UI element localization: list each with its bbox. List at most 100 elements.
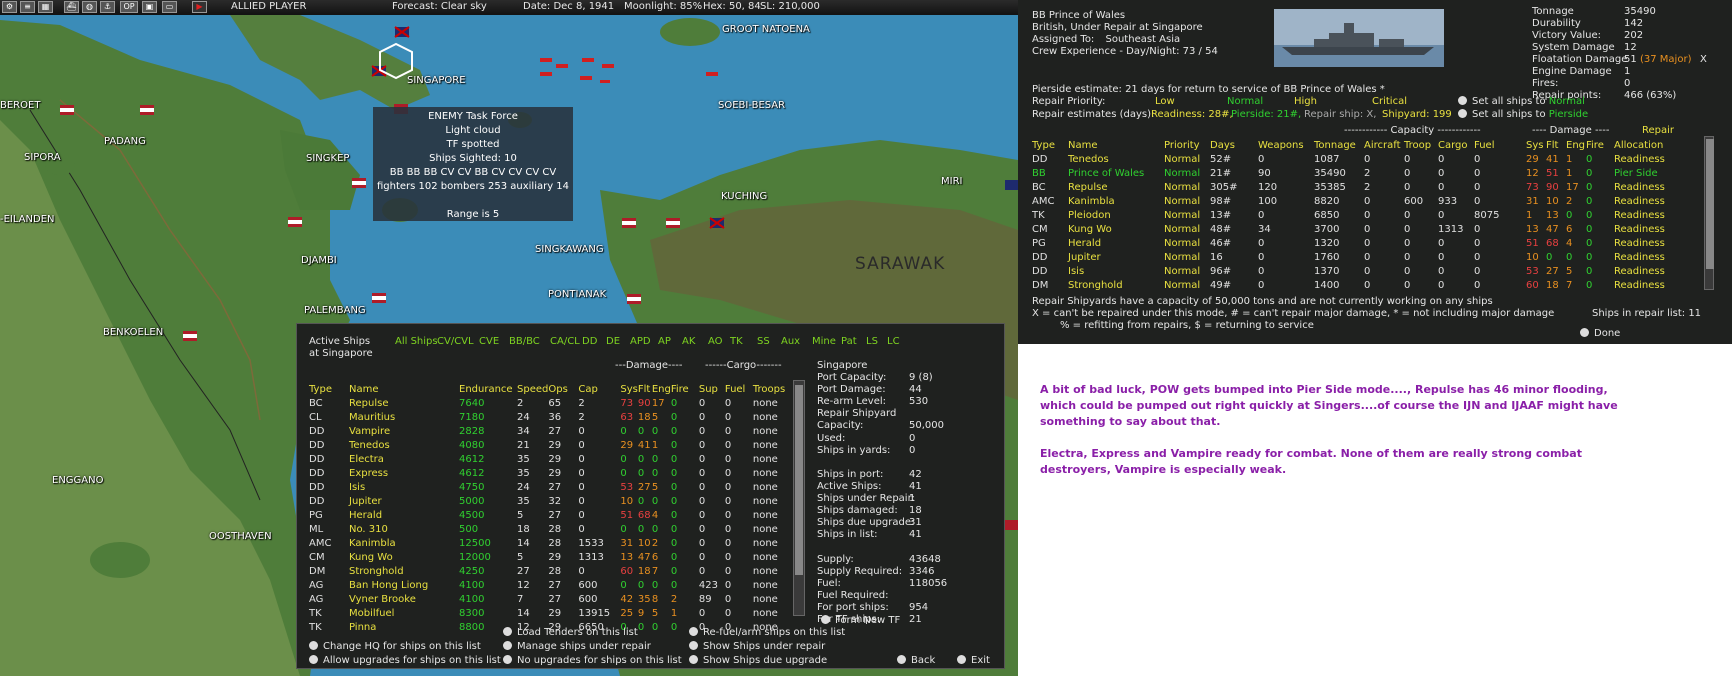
refuel-arm-button[interactable]: Re-fuel/arm ships on this list bbox=[689, 627, 845, 638]
exit-button[interactable]: Exit bbox=[957, 655, 990, 666]
ship-name-link[interactable]: Isis bbox=[1068, 264, 1164, 278]
close-icon[interactable]: X bbox=[1700, 54, 1707, 65]
anchor-icon[interactable]: ⚓ bbox=[100, 1, 115, 13]
ships-icon[interactable]: ⛴ bbox=[64, 1, 79, 13]
done-button[interactable]: Done bbox=[1580, 328, 1620, 339]
allocation-cell[interactable]: Readiness bbox=[1614, 236, 1684, 250]
tab-bb-bc[interactable]: BB/BC bbox=[509, 336, 540, 347]
set-all-pierside-button[interactable]: Set all ships to Pierside bbox=[1458, 109, 1588, 120]
column-header[interactable]: Troop bbox=[1404, 138, 1438, 152]
tab-cv-cvl[interactable]: CV/CVL bbox=[437, 336, 474, 347]
column-header[interactable]: Type bbox=[309, 382, 349, 396]
table-cell[interactable]: Normal bbox=[1164, 166, 1210, 180]
table-cell[interactable]: Normal bbox=[1164, 194, 1210, 208]
column-header[interactable]: Speed bbox=[517, 382, 548, 396]
ship-name-link[interactable]: Pleiodon bbox=[1068, 208, 1164, 222]
ship-name-link[interactable]: Stronghold bbox=[1068, 278, 1164, 292]
ship-name-link[interactable]: Kung Wo bbox=[349, 550, 459, 564]
tab-ca-cl[interactable]: CA/CL bbox=[550, 336, 580, 347]
ship-name-link[interactable]: Repulse bbox=[349, 396, 459, 410]
allow-upgrades-button[interactable]: Allow upgrades for ships on this list bbox=[309, 655, 501, 666]
change-hq-button[interactable]: Change HQ for ships on this list bbox=[309, 641, 481, 652]
table-row[interactable]: DD Express 4612 35 29 0 0 0 0 0 0 0 none bbox=[309, 466, 793, 480]
tab-ak[interactable]: AK bbox=[682, 336, 695, 347]
tab-ap[interactable]: AP bbox=[658, 336, 671, 347]
column-header[interactable]: Tonnage bbox=[1314, 138, 1364, 152]
column-header[interactable]: Fire bbox=[1586, 138, 1614, 152]
allocation-cell[interactable]: Readiness bbox=[1614, 222, 1684, 236]
list-icon[interactable]: ≡ bbox=[20, 1, 35, 13]
show-under-repair-button[interactable]: Show Ships under repair bbox=[689, 641, 825, 652]
column-header[interactable]: Fuel bbox=[1474, 138, 1526, 152]
play-icon[interactable]: ▶ bbox=[192, 1, 207, 13]
disk-icon[interactable]: ▣ bbox=[142, 1, 157, 13]
column-header[interactable]: Eng bbox=[652, 382, 671, 396]
table-row[interactable]: BC Repulse Normal 305# 120 35385 2 0 0 0 73 90 17 0 Re… bbox=[1032, 180, 1684, 194]
allocation-cell[interactable]: Readiness bbox=[1614, 208, 1684, 222]
table-row[interactable]: DM Stronghold Normal 49# 0 1400 0 0 0 0 60 18 7 0 Read… bbox=[1032, 278, 1684, 292]
column-header[interactable]: Name bbox=[349, 382, 459, 396]
ship-name-link[interactable]: Prince of Wales bbox=[1068, 166, 1164, 180]
ship-name-link[interactable]: Herald bbox=[1068, 236, 1164, 250]
allocation-cell[interactable]: Readiness bbox=[1614, 180, 1684, 194]
ship-name-link[interactable]: Vyner Brooke bbox=[349, 592, 459, 606]
table-row[interactable]: DM Stronghold 4250 27 28 0 60 18 7 0 0 0 none bbox=[309, 564, 793, 578]
column-header[interactable]: Sup bbox=[699, 382, 725, 396]
estimate-repair-ship[interactable]: Repair ship: X, bbox=[1304, 109, 1376, 120]
ship-name-link[interactable]: Ban Hong Liong bbox=[349, 578, 459, 592]
column-header[interactable]: Type bbox=[1032, 138, 1068, 152]
column-header[interactable]: Name bbox=[1068, 138, 1164, 152]
tab-dd[interactable]: DD bbox=[582, 336, 597, 347]
allocation-cell[interactable]: Pier Side bbox=[1614, 166, 1684, 180]
set-all-normal-button[interactable]: Set all ships to Normal bbox=[1458, 96, 1585, 107]
column-header[interactable]: Endurance bbox=[459, 382, 517, 396]
tab-mine[interactable]: Mine bbox=[812, 336, 836, 347]
table-cell[interactable]: Normal bbox=[1164, 278, 1210, 292]
ship-name-link[interactable]: Repulse bbox=[1068, 180, 1164, 194]
table-cell[interactable]: Normal bbox=[1164, 208, 1210, 222]
ship-name-link[interactable]: Isis bbox=[349, 480, 459, 494]
column-header[interactable]: Eng bbox=[1566, 138, 1586, 152]
scroll-thumb[interactable] bbox=[1706, 139, 1714, 269]
table-cell[interactable]: Normal bbox=[1164, 236, 1210, 250]
allocation-cell[interactable]: Readiness bbox=[1614, 264, 1684, 278]
column-header[interactable]: Cap bbox=[578, 382, 620, 396]
table-row[interactable]: DD Isis 4750 24 27 0 53 27 5 0 0 0 none bbox=[309, 480, 793, 494]
ship-name-link[interactable]: Mobilfuel bbox=[349, 606, 459, 620]
ship-name-link[interactable]: Kanimbla bbox=[1068, 194, 1164, 208]
column-header[interactable]: Fire bbox=[671, 382, 699, 396]
no-upgrades-button[interactable]: No upgrades for ships on this list bbox=[503, 655, 682, 666]
form-new-tf-button[interactable]: Form New TF bbox=[821, 615, 900, 626]
column-header[interactable]: Weapons bbox=[1258, 138, 1314, 152]
table-row[interactable]: CL Mauritius 7180 24 36 2 63 18 5 0 0 0 none bbox=[309, 410, 793, 424]
back-button[interactable]: Back bbox=[897, 655, 935, 666]
gear-icon[interactable]: ⚙ bbox=[2, 1, 17, 13]
column-header[interactable]: Days bbox=[1210, 138, 1258, 152]
priority-low[interactable]: Low bbox=[1155, 96, 1175, 107]
ship-name-link[interactable]: Tenedos bbox=[349, 438, 459, 452]
ship-name-link[interactable]: Mauritius bbox=[349, 410, 459, 424]
table-row[interactable]: DD Tenedos 4080 21 29 0 29 41 1 0 0 0 none bbox=[309, 438, 793, 452]
tab-ls[interactable]: LS bbox=[866, 336, 878, 347]
table-row[interactable]: AMC Kanimbla 12500 14 28 1533 31 10 2 0 0 0 none bbox=[309, 536, 793, 550]
table-cell[interactable]: Normal bbox=[1164, 222, 1210, 236]
scroll-thumb[interactable] bbox=[795, 385, 803, 575]
manage-repair-button[interactable]: Manage ships under repair bbox=[503, 641, 651, 652]
ship-name-link[interactable]: Herald bbox=[349, 508, 459, 522]
table-row[interactable]: AG Ban Hong Liong 4100 12 27 600 0 0 0 0 423 0 none bbox=[309, 578, 793, 592]
estimate-shipyard[interactable]: Shipyard: 199 bbox=[1382, 109, 1452, 120]
table-row[interactable]: PG Herald Normal 46# 0 1320 0 0 0 0 51 68 4 0 Readines… bbox=[1032, 236, 1684, 250]
table-row[interactable]: ML No. 310 500 18 28 0 0 0 0 0 0 0 none bbox=[309, 522, 793, 536]
op-button[interactable]: OP bbox=[120, 1, 138, 13]
table-cell[interactable]: Normal bbox=[1164, 264, 1210, 278]
table-row[interactable]: CM Kung Wo 12000 5 29 1313 13 47 6 0 0 0 none bbox=[309, 550, 793, 564]
tab-pat[interactable]: Pat bbox=[841, 336, 857, 347]
table-row[interactable]: DD Isis Normal 96# 0 1370 0 0 0 0 53 27 5 0 Readiness bbox=[1032, 264, 1684, 278]
table-row[interactable]: TK Mobilfuel 8300 14 29 13915 25 9 5 1 0 0 none bbox=[309, 606, 793, 620]
tab-apd[interactable]: APD bbox=[630, 336, 651, 347]
ship-name-link[interactable]: Electra bbox=[349, 452, 459, 466]
column-header[interactable]: Ops bbox=[548, 382, 578, 396]
table-icon[interactable]: ▦ bbox=[38, 1, 53, 13]
show-due-upgrade-button[interactable]: Show Ships due upgrade bbox=[689, 655, 827, 666]
ship-name-link[interactable]: No. 310 bbox=[349, 522, 459, 536]
